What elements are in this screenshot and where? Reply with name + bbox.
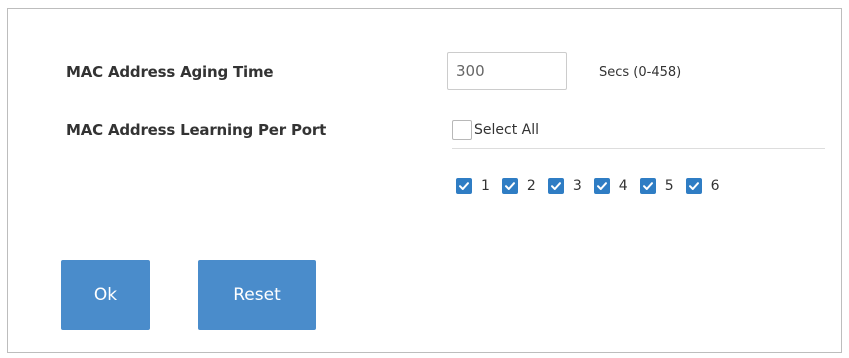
- port-checkbox-3[interactable]: 3: [547, 178, 582, 194]
- port-label: 5: [664, 178, 674, 194]
- checkbox-checked-icon[interactable]: [593, 178, 610, 194]
- settings-panel: MAC Address Aging Time Secs (0-458) MAC …: [7, 8, 842, 353]
- port-label: 6: [710, 178, 720, 194]
- port-label: 3: [572, 178, 582, 194]
- checkbox-checked-icon[interactable]: [639, 178, 656, 194]
- port-checkbox-4[interactable]: 4: [593, 178, 628, 194]
- port-label: 1: [481, 178, 490, 194]
- port-label: 2: [526, 178, 536, 194]
- aging-time-input[interactable]: [447, 52, 567, 90]
- ok-button[interactable]: Ok: [61, 260, 150, 330]
- port-checkbox-5[interactable]: 5: [639, 178, 674, 194]
- aging-time-units: Secs (0-458): [599, 65, 682, 80]
- aging-time-label: MAC Address Aging Time: [66, 63, 274, 81]
- checkbox-checked-icon[interactable]: [685, 178, 702, 194]
- reset-button[interactable]: Reset: [198, 260, 316, 330]
- learning-per-port-label: MAC Address Learning Per Port: [66, 121, 327, 139]
- port-checkbox-6[interactable]: 6: [685, 178, 720, 194]
- checkbox-checked-icon[interactable]: [547, 178, 564, 194]
- select-all-checkbox[interactable]: Select All: [452, 120, 539, 140]
- port-checkbox-1[interactable]: 1: [456, 178, 490, 194]
- checkbox-checked-icon[interactable]: [456, 178, 472, 194]
- checkbox-unchecked-icon[interactable]: [452, 120, 472, 140]
- checkbox-checked-icon[interactable]: [501, 178, 518, 194]
- port-checkbox-list: 1 2 3 4 5 6: [456, 178, 732, 194]
- select-all-label: Select All: [474, 122, 539, 138]
- port-checkbox-2[interactable]: 2: [501, 178, 536, 194]
- port-label: 4: [618, 178, 628, 194]
- divider: [452, 148, 825, 149]
